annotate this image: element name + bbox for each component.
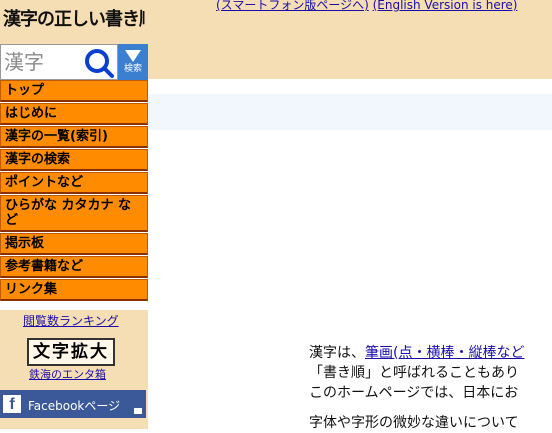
content-line-3: このホームページでは、日本にお bbox=[309, 385, 519, 401]
menu-item-kana[interactable]: ひらがな カタカナ など bbox=[0, 195, 148, 232]
search-input[interactable] bbox=[2, 46, 84, 78]
header: 漢字の正しい書き順(筆順) (スマートフォン版ページへ) (English Ve… bbox=[0, 0, 552, 82]
main-content: 漢字は、筆画(点・横棒・縦棒など 「書き順」と呼ばれることもあり このホームペー… bbox=[309, 343, 552, 433]
search-button[interactable]: 検索 bbox=[118, 44, 148, 82]
menu-item-points[interactable]: ポイントなど bbox=[0, 172, 148, 194]
sidebar-menu: トップ はじめに 漢字の一覧(索引) 漢字の検索 ポイントなど ひらがな カタカ… bbox=[0, 80, 148, 302]
triangle-down-icon bbox=[125, 50, 141, 62]
search-box bbox=[0, 44, 118, 80]
english-link[interactable]: (English Version is here) bbox=[373, 0, 518, 12]
menu-item-top[interactable]: トップ bbox=[0, 80, 148, 102]
menu-item-board[interactable]: 掲示板 bbox=[0, 233, 148, 255]
facebook-button[interactable]: f Facebookページ bbox=[0, 390, 146, 418]
menu-item-kanji-index[interactable]: 漢字の一覧(索引) bbox=[0, 126, 148, 148]
search-icon[interactable] bbox=[83, 47, 115, 79]
facebook-label: Facebookページ bbox=[28, 399, 121, 413]
stroke-link[interactable]: 筆画(点・横棒・縦棒など bbox=[365, 345, 524, 361]
search-button-label: 検索 bbox=[123, 64, 142, 74]
ranking-link[interactable]: 閲覧数ランキング bbox=[23, 312, 119, 329]
site-logo[interactable]: 漢字の正しい書き順(筆順) bbox=[3, 2, 145, 38]
menu-item-books[interactable]: 参考書籍など bbox=[0, 256, 148, 278]
content-strip bbox=[148, 94, 552, 130]
text-enlarge-button[interactable]: 文字拡大 bbox=[27, 338, 115, 366]
menu-item-intro[interactable]: はじめに bbox=[0, 103, 148, 125]
top-links: (スマートフォン版ページへ) (English Version is here) bbox=[216, 0, 517, 13]
smartphone-link[interactable]: (スマートフォン版ページへ) bbox=[216, 0, 369, 12]
facebook-icon: f bbox=[3, 395, 21, 413]
sidebar-extras: 閲覧数ランキング 文字拡大 鉄海のエンタ箱 f Facebookページ bbox=[0, 310, 148, 429]
menu-item-links[interactable]: リンク集 bbox=[0, 279, 148, 301]
corner-icon bbox=[134, 408, 142, 414]
menu-item-kanji-search[interactable]: 漢字の検索 bbox=[0, 149, 148, 171]
content-line-2: 「書き順」と呼ばれることもあり bbox=[309, 365, 519, 381]
tetsukai-link[interactable]: 鉄海のエンタ箱 bbox=[29, 366, 106, 382]
content-line-1: 漢字は、筆画(点・横棒・縦棒など bbox=[309, 343, 552, 363]
content-line-4: 字体や字形の微妙な違いについて bbox=[309, 415, 519, 431]
content-line-1-prefix: 漢字は、 bbox=[309, 345, 365, 361]
